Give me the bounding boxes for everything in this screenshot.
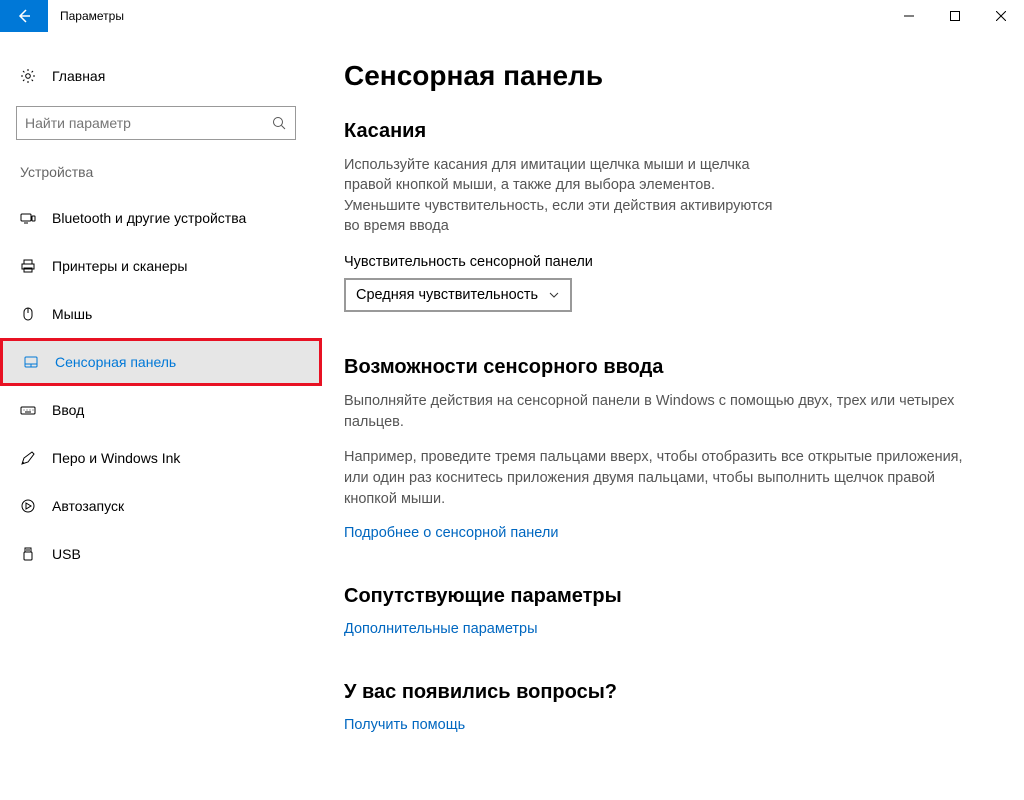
mouse-icon bbox=[20, 306, 44, 322]
search-icon bbox=[272, 116, 287, 131]
touchpad-icon bbox=[23, 354, 47, 370]
titlebar: Параметры bbox=[0, 0, 1024, 32]
section-gestures: Возможности сенсорного ввода Выполняйте … bbox=[344, 356, 992, 549]
sidebar-home-label: Главная bbox=[44, 68, 105, 84]
related-additional-link[interactable]: Дополнительные параметры bbox=[344, 621, 538, 637]
gestures-p2: Например, проведите тремя пальцами вверх… bbox=[344, 447, 984, 510]
sidebar: Главная Устройства Bluetooth и другие ус… bbox=[0, 32, 322, 800]
sidebar-item-label: Мышь bbox=[44, 306, 92, 322]
close-button[interactable] bbox=[978, 0, 1024, 32]
search-field[interactable] bbox=[25, 115, 272, 131]
gestures-heading: Возможности сенсорного ввода bbox=[344, 356, 992, 379]
sidebar-item-printers[interactable]: Принтеры и сканеры bbox=[0, 242, 322, 290]
sensitivity-label: Чувствительность сенсорной панели bbox=[344, 254, 992, 270]
sidebar-item-pen[interactable]: Перо и Windows Ink bbox=[0, 434, 322, 482]
sidebar-item-mouse[interactable]: Мышь bbox=[0, 290, 322, 338]
pen-icon bbox=[20, 450, 44, 466]
sidebar-item-label: Перо и Windows Ink bbox=[44, 450, 180, 466]
sidebar-item-label: Автозапуск bbox=[44, 498, 124, 514]
sidebar-item-label: Ввод bbox=[44, 402, 84, 418]
touch-description: Используйте касания для имитации щелчка … bbox=[344, 155, 784, 236]
maximize-button[interactable] bbox=[932, 0, 978, 32]
content: Сенсорная панель Касания Используйте кас… bbox=[322, 32, 1024, 800]
sidebar-item-bluetooth[interactable]: Bluetooth и другие устройства bbox=[0, 194, 322, 242]
sensitivity-value: Средняя чувствительность bbox=[356, 287, 538, 303]
gestures-p1: Выполняйте действия на сенсорной панели … bbox=[344, 391, 984, 433]
sensitivity-dropdown[interactable]: Средняя чувствительность bbox=[344, 278, 572, 312]
bluetooth-devices-icon bbox=[20, 210, 44, 226]
sidebar-category: Устройства bbox=[0, 158, 322, 194]
sidebar-home[interactable]: Главная bbox=[0, 56, 322, 96]
autoplay-icon bbox=[20, 498, 44, 514]
printer-icon bbox=[20, 258, 44, 274]
section-related: Сопутствующие параметры Дополнительные п… bbox=[344, 585, 992, 645]
gear-icon bbox=[20, 68, 44, 84]
page-title: Сенсорная панель bbox=[344, 60, 992, 92]
sidebar-item-usb[interactable]: USB bbox=[0, 530, 322, 578]
get-help-link[interactable]: Получить помощь bbox=[344, 717, 465, 733]
help-heading: У вас появились вопросы? bbox=[344, 681, 992, 704]
keyboard-icon bbox=[20, 402, 44, 418]
sidebar-item-label: Bluetooth и другие устройства bbox=[44, 210, 246, 226]
sidebar-item-label: USB bbox=[44, 546, 81, 562]
sidebar-item-touchpad[interactable]: Сенсорная панель bbox=[0, 338, 322, 386]
minimize-button[interactable] bbox=[886, 0, 932, 32]
sidebar-item-label: Сенсорная панель bbox=[47, 354, 176, 370]
window-controls bbox=[886, 0, 1024, 32]
window-title: Параметры bbox=[48, 0, 886, 32]
arrow-left-icon bbox=[16, 8, 32, 24]
touch-heading: Касания bbox=[344, 120, 992, 143]
chevron-down-icon bbox=[548, 289, 560, 301]
section-help: У вас появились вопросы? Получить помощь bbox=[344, 681, 992, 741]
gestures-learn-more-link[interactable]: Подробнее о сенсорной панели bbox=[344, 525, 558, 541]
section-touch: Касания Используйте касания для имитации… bbox=[344, 120, 992, 312]
sidebar-item-typing[interactable]: Ввод bbox=[0, 386, 322, 434]
sidebar-item-autoplay[interactable]: Автозапуск bbox=[0, 482, 322, 530]
related-heading: Сопутствующие параметры bbox=[344, 585, 992, 608]
search-input[interactable] bbox=[16, 106, 296, 140]
usb-icon bbox=[20, 546, 44, 562]
sidebar-item-label: Принтеры и сканеры bbox=[44, 258, 187, 274]
back-button[interactable] bbox=[0, 0, 48, 32]
